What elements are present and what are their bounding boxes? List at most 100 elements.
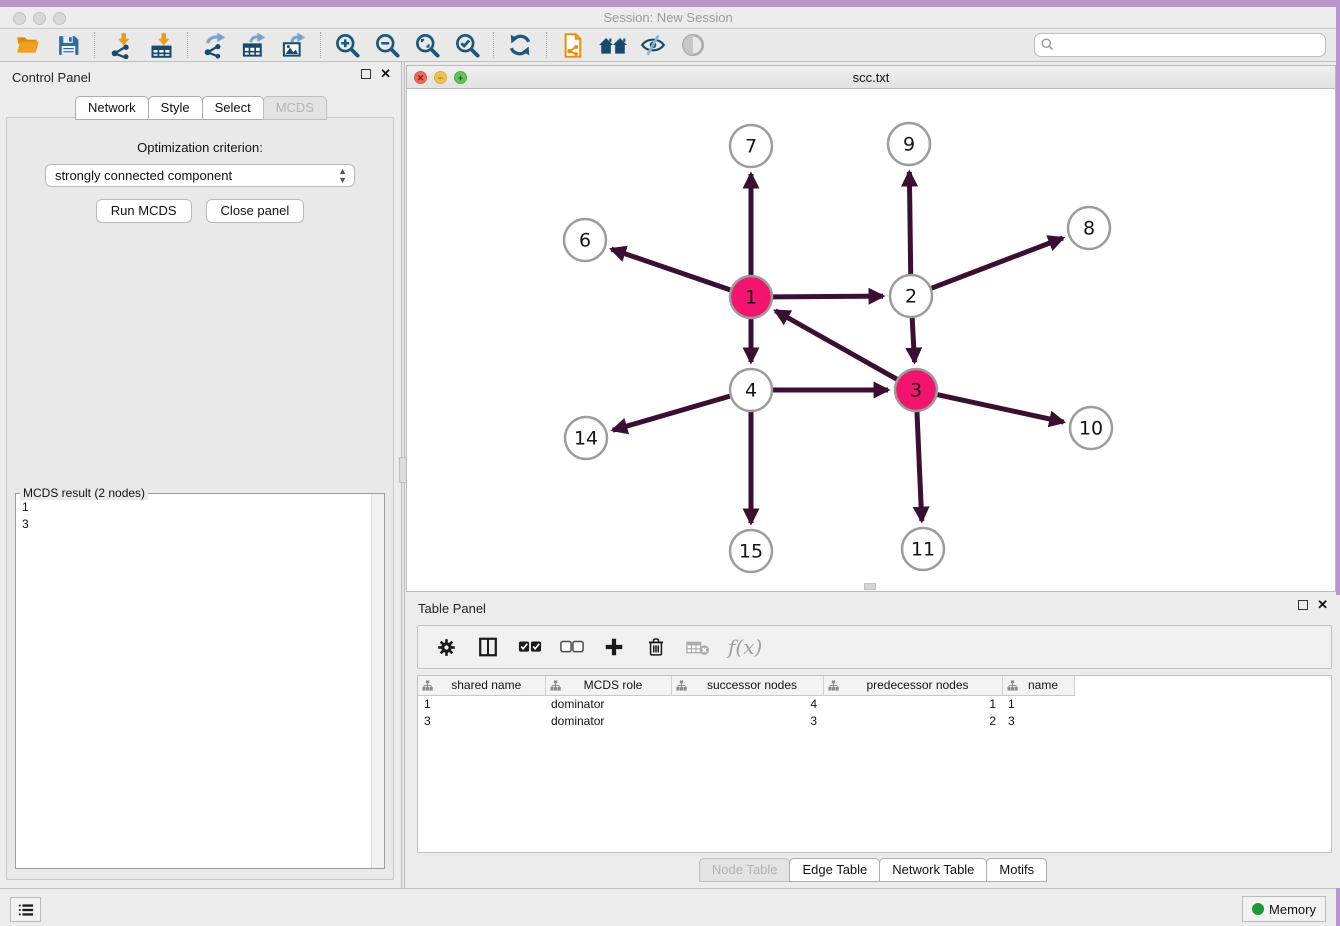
save-icon[interactable] — [48, 30, 88, 60]
trash-icon[interactable] — [638, 630, 674, 664]
open-folder-icon[interactable] — [8, 30, 48, 60]
export-table-icon[interactable] — [234, 30, 274, 60]
result-scrollbar[interactable] — [371, 494, 384, 868]
column-header-successor-nodes[interactable]: successor nodes — [671, 676, 823, 695]
add-icon[interactable] — [596, 630, 632, 664]
graph-node-label: 7 — [745, 136, 757, 158]
table-row[interactable]: 3dominator323 — [418, 712, 1074, 729]
table-toolbar: f(x) — [417, 625, 1332, 669]
column-header-predecessor-nodes[interactable]: predecessor nodes — [823, 676, 1002, 695]
graph-node-label: 8 — [1083, 218, 1095, 240]
graph-edge[interactable] — [937, 395, 1063, 422]
network-window-titlebar: ✕ − + scc.txt — [407, 66, 1335, 89]
toolbar-separator — [187, 32, 188, 58]
column-header-MCDS-role[interactable]: MCDS role — [545, 676, 671, 695]
table-cell: 4 — [671, 695, 823, 712]
close-panel-button[interactable]: Close panel — [206, 199, 305, 223]
control-panel-tabs: NetworkStyleSelectMCDS — [0, 96, 401, 120]
close-panel-icon[interactable]: ✕ — [380, 69, 391, 79]
deselect-all-checkbox-icon[interactable] — [554, 630, 590, 664]
table-row[interactable]: 1dominator411 — [418, 695, 1074, 712]
optimization-criterion-label: Optimization criterion: — [7, 140, 393, 155]
mcds-result-text: 1 3 — [18, 496, 369, 866]
table-cell: dominator — [545, 712, 671, 729]
select-stepper-icon: ▲▼ — [338, 167, 347, 185]
network-view-window: ✕ − + scc.txt 7968124314101511 — [406, 65, 1336, 592]
import-table-icon[interactable] — [141, 30, 181, 60]
mcds-result-box: MCDS result (2 nodes) 1 3 — [15, 493, 385, 869]
table-cell: 1 — [418, 695, 545, 712]
table-panel-title: Table Panel — [418, 601, 486, 616]
inactive-eye-icon[interactable] — [673, 30, 713, 60]
home-icon[interactable] — [593, 30, 633, 60]
zoom-in-icon[interactable] — [327, 30, 367, 60]
table-cell: 3 — [1002, 712, 1074, 729]
tab-edge-table[interactable]: Edge Table — [789, 858, 880, 882]
selected-option-label: strongly connected component — [55, 168, 232, 183]
graph-node-label: 14 — [574, 428, 598, 450]
run-mcds-button[interactable]: Run MCDS — [96, 199, 192, 223]
gear-icon[interactable] — [428, 630, 464, 664]
column-header-shared-name[interactable]: shared name — [418, 676, 545, 695]
graph-edge[interactable] — [611, 249, 730, 290]
export-image-icon[interactable] — [274, 30, 314, 60]
search-input[interactable] — [1034, 33, 1326, 57]
toolbar-separator — [493, 32, 494, 58]
delete-table-icon — [680, 630, 716, 664]
node-table[interactable]: shared nameMCDS rolesuccessor nodesprede… — [417, 675, 1332, 853]
status-bar: Memory — [0, 888, 1336, 926]
graph-edge[interactable] — [775, 311, 896, 379]
graph-node-label: 11 — [911, 539, 935, 561]
refresh-layout-icon[interactable] — [500, 30, 540, 60]
table-panel-tabs: Node TableEdge TableNetwork TableMotifs — [405, 858, 1340, 882]
memory-label: Memory — [1269, 902, 1316, 917]
zoom-out-icon[interactable] — [367, 30, 407, 60]
tab-mcds[interactable]: MCDS — [263, 96, 327, 120]
canvas-scrollbar-thumb[interactable] — [864, 583, 876, 590]
tab-network-table[interactable]: Network Table — [879, 858, 987, 882]
tab-node-table[interactable]: Node Table — [699, 858, 791, 882]
hide-eye-icon[interactable] — [633, 30, 673, 60]
tab-network[interactable]: Network — [75, 96, 149, 120]
graph-node-label: 2 — [905, 286, 917, 308]
optimization-criterion-select[interactable]: strongly connected component ▲▼ — [45, 164, 355, 187]
control-panel-header: Control Panel ✕ — [0, 62, 401, 92]
import-network-icon[interactable] — [101, 30, 141, 60]
clone-network-icon[interactable] — [553, 30, 593, 60]
export-network-icon[interactable] — [194, 30, 234, 60]
table-cell: 3 — [671, 712, 823, 729]
graph-edge[interactable] — [773, 296, 883, 297]
network-canvas[interactable]: 7968124314101511 — [407, 89, 1335, 591]
table-cell: 3 — [418, 712, 545, 729]
graph-edge[interactable] — [909, 172, 910, 274]
graph-edge[interactable] — [912, 318, 914, 362]
graph-node-label: 1 — [745, 287, 757, 309]
table-cell: dominator — [545, 695, 671, 712]
float-table-panel-icon[interactable] — [1298, 600, 1308, 610]
column-header-name[interactable]: name — [1002, 676, 1074, 695]
graph-edge[interactable] — [917, 412, 922, 521]
window-title: Session: New Session — [0, 10, 1336, 25]
mcds-tab-content: Optimization criterion: strongly connect… — [6, 117, 394, 880]
float-panel-icon[interactable] — [361, 69, 371, 79]
zoom-fit-icon[interactable] — [407, 30, 447, 60]
zoom-selected-icon[interactable] — [447, 30, 487, 60]
window-titlebar: Session: New Session — [0, 7, 1336, 29]
tab-select[interactable]: Select — [202, 96, 264, 120]
function-builder-icon: f(x) — [722, 630, 762, 664]
toolbar-separator — [94, 32, 95, 58]
memory-button[interactable]: Memory — [1242, 896, 1326, 922]
tab-motifs[interactable]: Motifs — [986, 858, 1047, 882]
columns-icon[interactable] — [470, 630, 506, 664]
toolbar-separator — [320, 32, 321, 58]
panel-menu-button[interactable] — [10, 897, 41, 922]
close-table-panel-icon[interactable]: ✕ — [1317, 600, 1328, 610]
graph-node-label: 6 — [579, 230, 591, 252]
graph-edge[interactable] — [932, 238, 1063, 288]
graph-node-label: 10 — [1079, 418, 1103, 440]
tab-style[interactable]: Style — [148, 96, 203, 120]
graph-edge[interactable] — [613, 396, 730, 430]
table-cell: 2 — [823, 712, 1002, 729]
select-all-checkbox-icon[interactable] — [512, 630, 548, 664]
table-cell: 1 — [1002, 695, 1074, 712]
